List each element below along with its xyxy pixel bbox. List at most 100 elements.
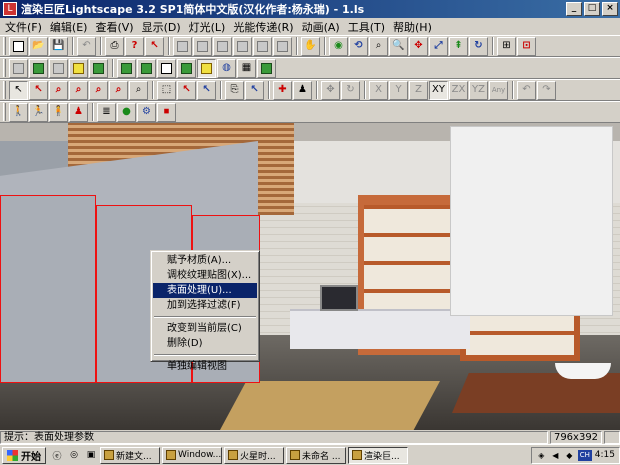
pan-button[interactable]: ✥ (409, 36, 428, 56)
axis-x-button[interactable]: X (369, 80, 388, 100)
select-9-button[interactable]: ↖ (177, 80, 196, 100)
run-mode-button[interactable]: 🏃 (29, 102, 48, 122)
quicklaunch-desktop-icon[interactable]: ▣ (83, 447, 99, 463)
axis-yz-button[interactable]: YZ (469, 80, 488, 100)
display-3-button[interactable] (49, 58, 68, 78)
ctx-assign-material[interactable]: 赋予材质(A)... (153, 253, 257, 268)
menu-edit[interactable]: 编辑(E) (48, 19, 94, 35)
select-2-button[interactable]: ↖ (29, 80, 48, 100)
zoom-area-button[interactable]: ⌕ (369, 36, 388, 56)
menu-tools[interactable]: 工具(T) (346, 19, 391, 35)
menu-file[interactable]: 文件(F) (3, 19, 48, 35)
view-cube-4-button[interactable] (233, 36, 252, 56)
select-14-button[interactable]: ♟ (293, 80, 312, 100)
menu-view[interactable]: 查看(V) (93, 19, 139, 35)
ctx-delete[interactable]: 删除(D) (153, 336, 257, 351)
zoom-all-button[interactable]: ⊡ (517, 36, 536, 56)
select-8-button[interactable]: ⬚ (157, 80, 176, 100)
toolbar-grip[interactable] (3, 59, 6, 77)
eye-button[interactable]: ◉ (329, 36, 348, 56)
walk-mode-button[interactable]: 🚶 (9, 102, 28, 122)
toolbar-grip[interactable] (3, 37, 6, 55)
save-file-button[interactable]: 💾 (49, 36, 68, 56)
toolbar-grip[interactable] (3, 103, 6, 121)
radiosity-go-button[interactable]: ● (117, 102, 136, 122)
axis-any-button[interactable]: Any (489, 80, 508, 100)
select-5-button[interactable]: ⌕ (89, 80, 108, 100)
menu-light[interactable]: 灯光(L) (187, 19, 232, 35)
view-cube-1-button[interactable] (173, 36, 192, 56)
view-cube-2-button[interactable] (193, 36, 212, 56)
ctx-surface-processing[interactable]: 表面处理(U)... (153, 283, 257, 298)
ctx-change-layer[interactable]: 改变到当前层(C) (153, 321, 257, 336)
new-file-button[interactable] (9, 36, 28, 56)
task-huoxing[interactable]: 火星时... (224, 446, 284, 464)
display-8-button[interactable] (157, 58, 176, 78)
layers-button[interactable]: ≣ (97, 102, 116, 122)
selected-surface-1[interactable] (0, 195, 96, 383)
ime-indicator[interactable]: CH (577, 449, 592, 461)
close-button[interactable]: × (602, 2, 618, 16)
axis-zx-button[interactable]: ZX (449, 80, 468, 100)
ctx-add-selection-filter[interactable]: 加到选择过滤(F) (153, 298, 257, 313)
open-file-button[interactable]: 📂 (29, 36, 48, 56)
transform-redo-button[interactable]: ↷ (537, 80, 556, 100)
rotate-view-button[interactable]: ↻ (469, 36, 488, 56)
display-4-button[interactable] (69, 58, 88, 78)
tray-volume-icon[interactable]: ◀ (550, 450, 561, 461)
tray-network-icon[interactable]: ◈ (536, 450, 547, 461)
task-lightscape[interactable]: 渲染巨... (348, 446, 408, 464)
display-10-button[interactable] (197, 58, 216, 78)
select-7-button[interactable]: ⌕ (129, 80, 148, 100)
display-11-button[interactable]: ◍ (217, 58, 236, 78)
radiosity-process-button[interactable]: ⚙ (137, 102, 156, 122)
context-help-button[interactable]: ↖ (145, 36, 164, 56)
maximize-button[interactable]: □ (584, 2, 600, 16)
task-untitled[interactable]: 未命名 ... (286, 446, 346, 464)
stand-mode-button[interactable]: 🧍 (49, 102, 68, 122)
menu-display[interactable]: 显示(D) (140, 19, 187, 35)
print-button[interactable]: ⎙ (105, 36, 124, 56)
undo-button[interactable]: ↶ (77, 36, 96, 56)
quicklaunch-outlook-icon[interactable]: ◎ (66, 447, 82, 463)
display-2-button[interactable] (29, 58, 48, 78)
select-6-button[interactable]: ⌕ (109, 80, 128, 100)
app-icon[interactable]: L (3, 2, 17, 16)
task-new-folder[interactable]: 新建文... (100, 446, 160, 464)
transform-rotate-button[interactable]: ↻ (341, 80, 360, 100)
help-button[interactable]: ? (125, 36, 144, 56)
walk-button[interactable]: ⇞ (449, 36, 468, 56)
display-1-button[interactable] (9, 58, 28, 78)
transform-move-button[interactable]: ✥ (321, 80, 340, 100)
radiosity-stop-button[interactable]: ⏹ (157, 102, 176, 122)
display-13-button[interactable] (257, 58, 276, 78)
zoom-button[interactable]: 🔍 (389, 36, 408, 56)
orbit-button[interactable]: ⟲ (349, 36, 368, 56)
menu-help[interactable]: 帮助(H) (391, 19, 438, 35)
hand-button[interactable]: ✋ (301, 36, 320, 56)
task-windows[interactable]: Window... (162, 446, 222, 464)
minimize-button[interactable]: _ (566, 2, 582, 16)
view-cube-5-button[interactable] (253, 36, 272, 56)
display-9-button[interactable] (177, 58, 196, 78)
ctx-edit-view-alone[interactable]: 单独编辑视图 (153, 359, 257, 374)
select-13-button[interactable]: ✚ (273, 80, 292, 100)
select-3-button[interactable]: ⌕ (49, 80, 68, 100)
select-button[interactable]: ↖ (9, 80, 28, 100)
light-mode-button[interactable]: ♟ (69, 102, 88, 122)
tray-app-icon[interactable]: ◆ (564, 450, 575, 461)
axis-y-button[interactable]: Y (389, 80, 408, 100)
menu-animation[interactable]: 动画(A) (300, 19, 346, 35)
display-12-button[interactable]: ▦ (237, 58, 256, 78)
toolbar-grip[interactable] (3, 81, 6, 99)
view-cube-3-button[interactable] (213, 36, 232, 56)
display-7-button[interactable] (137, 58, 156, 78)
transform-undo-button[interactable]: ↶ (517, 80, 536, 100)
display-5-button[interactable] (89, 58, 108, 78)
menu-radiosity[interactable]: 光能传递(R) (231, 19, 299, 35)
select-4-button[interactable]: ⌕ (69, 80, 88, 100)
3d-viewport[interactable] (0, 123, 620, 430)
select-10-button[interactable]: ↖ (197, 80, 216, 100)
zoom-extents-button[interactable]: ⊞ (497, 36, 516, 56)
ctx-adjust-texture[interactable]: 调校纹理贴图(X)... (153, 268, 257, 283)
